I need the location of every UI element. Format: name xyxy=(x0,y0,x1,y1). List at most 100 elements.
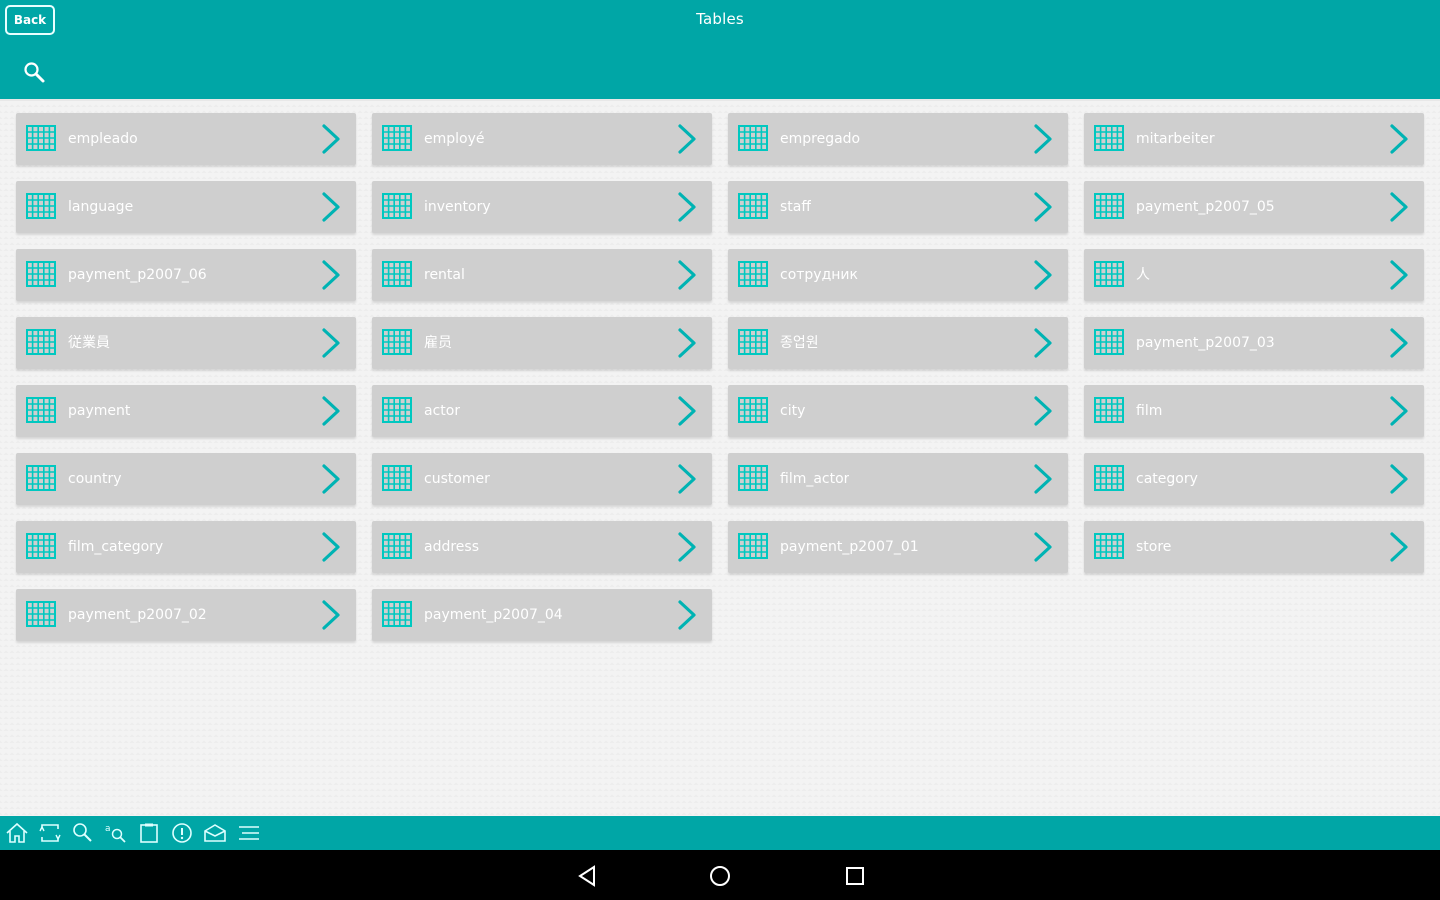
table-item[interactable]: payment_p2007_04 xyxy=(372,589,712,641)
table-grid-icon xyxy=(382,329,412,355)
table-grid-icon xyxy=(382,601,412,627)
table-item[interactable]: 従業員 xyxy=(16,317,356,369)
table-grid-icon xyxy=(26,397,56,423)
table-item[interactable]: film_actor xyxy=(728,453,1068,505)
table-name: film_actor xyxy=(780,471,850,487)
table-item[interactable]: store xyxy=(1084,521,1424,573)
table-item[interactable]: payment xyxy=(16,385,356,437)
chevron-right-icon xyxy=(678,600,696,630)
table-list-area: empleado employé empregado mitarbeiter langu… xyxy=(0,101,1440,816)
chevron-right-icon xyxy=(1390,464,1408,494)
table-grid-icon xyxy=(382,465,412,491)
table-grid-icon xyxy=(738,397,768,423)
table-item[interactable]: employé xyxy=(372,113,712,165)
table-grid-icon xyxy=(1094,193,1124,219)
top-bar: Back Tables xyxy=(0,0,1440,101)
mail-icon[interactable] xyxy=(202,821,228,845)
table-item[interactable]: 人 xyxy=(1084,249,1424,301)
table-name: payment_p2007_05 xyxy=(1136,199,1275,215)
table-name: staff xyxy=(780,199,812,215)
chevron-right-icon xyxy=(1390,192,1408,222)
chevron-right-icon xyxy=(1034,328,1052,358)
menu-lines-icon[interactable] xyxy=(236,821,262,845)
table-item[interactable]: payment_p2007_05 xyxy=(1084,181,1424,233)
chevron-right-icon xyxy=(1034,124,1052,154)
find-replace-icon[interactable]: a xyxy=(103,821,129,845)
table-item[interactable]: actor xyxy=(372,385,712,437)
table-item[interactable]: 종업원 xyxy=(728,317,1068,369)
table-item[interactable]: country xyxy=(16,453,356,505)
refresh-icon[interactable] xyxy=(37,821,63,845)
table-grid-icon xyxy=(26,465,56,491)
home-icon[interactable] xyxy=(4,821,30,845)
table-name: payment xyxy=(68,403,131,419)
table-item[interactable]: staff xyxy=(728,181,1068,233)
chevron-right-icon xyxy=(322,396,340,426)
table-item[interactable]: empleado xyxy=(16,113,356,165)
table-grid-icon xyxy=(26,329,56,355)
table-grid-icon xyxy=(1094,465,1124,491)
table-item[interactable]: payment_p2007_02 xyxy=(16,589,356,641)
table-grid-icon xyxy=(26,601,56,627)
table-grid-icon xyxy=(382,397,412,423)
clipboard-icon[interactable] xyxy=(136,821,162,845)
svg-text:a: a xyxy=(105,824,111,834)
table-item[interactable]: customer xyxy=(372,453,712,505)
table-name: employé xyxy=(424,131,485,147)
table-grid-icon xyxy=(1094,125,1124,151)
chevron-right-icon xyxy=(1390,396,1408,426)
table-item[interactable]: language xyxy=(16,181,356,233)
table-item[interactable]: mitarbeiter xyxy=(1084,113,1424,165)
table-item[interactable]: сотрудник xyxy=(728,249,1068,301)
table-item[interactable]: film_category xyxy=(16,521,356,573)
chevron-right-icon xyxy=(322,600,340,630)
table-item[interactable]: category xyxy=(1084,453,1424,505)
chevron-right-icon xyxy=(1390,532,1408,562)
table-name: 종업원 xyxy=(780,335,819,351)
chevron-right-icon xyxy=(1390,124,1408,154)
recents-square-icon[interactable] xyxy=(842,863,868,889)
table-grid-icon xyxy=(1094,533,1124,559)
chevron-right-icon xyxy=(678,464,696,494)
table-grid-icon xyxy=(1094,261,1124,287)
table-item[interactable]: payment_p2007_03 xyxy=(1084,317,1424,369)
table-grid-icon xyxy=(738,193,768,219)
table-grid-icon xyxy=(382,193,412,219)
table-item[interactable]: film xyxy=(1084,385,1424,437)
table-name: film_category xyxy=(68,539,164,555)
table-grid-icon xyxy=(738,125,768,151)
table-grid-icon xyxy=(26,125,56,151)
chevron-right-icon xyxy=(1034,260,1052,290)
table-grid-icon xyxy=(26,261,56,287)
chevron-right-icon xyxy=(1034,532,1052,562)
table-name: rental xyxy=(424,267,465,283)
search-icon[interactable] xyxy=(70,821,96,845)
table-item[interactable]: payment_p2007_06 xyxy=(16,249,356,301)
table-item[interactable]: address xyxy=(372,521,712,573)
search-icon[interactable] xyxy=(22,60,46,84)
table-grid-icon xyxy=(26,193,56,219)
table-grid-icon xyxy=(1094,397,1124,423)
table-grid-icon xyxy=(738,329,768,355)
table-item[interactable]: payment_p2007_01 xyxy=(728,521,1068,573)
table-name: 雇员 xyxy=(424,335,452,351)
table-grid-icon xyxy=(738,465,768,491)
chevron-right-icon xyxy=(678,396,696,426)
table-name: category xyxy=(1136,471,1198,487)
back-triangle-icon[interactable] xyxy=(574,863,600,889)
table-item[interactable]: 雇员 xyxy=(372,317,712,369)
table-item[interactable]: rental xyxy=(372,249,712,301)
home-circle-icon[interactable] xyxy=(707,863,733,889)
table-item[interactable]: empregado xyxy=(728,113,1068,165)
chevron-right-icon xyxy=(678,124,696,154)
table-grid-icon xyxy=(382,261,412,287)
table-item[interactable]: city xyxy=(728,385,1068,437)
table-name: customer xyxy=(424,471,490,487)
table-name: mitarbeiter xyxy=(1136,131,1215,147)
table-name: empleado xyxy=(68,131,138,147)
table-name: language xyxy=(68,199,134,215)
info-icon[interactable] xyxy=(169,821,195,845)
table-item[interactable]: inventory xyxy=(372,181,712,233)
chevron-right-icon xyxy=(1034,192,1052,222)
table-name: payment_p2007_01 xyxy=(780,539,919,555)
